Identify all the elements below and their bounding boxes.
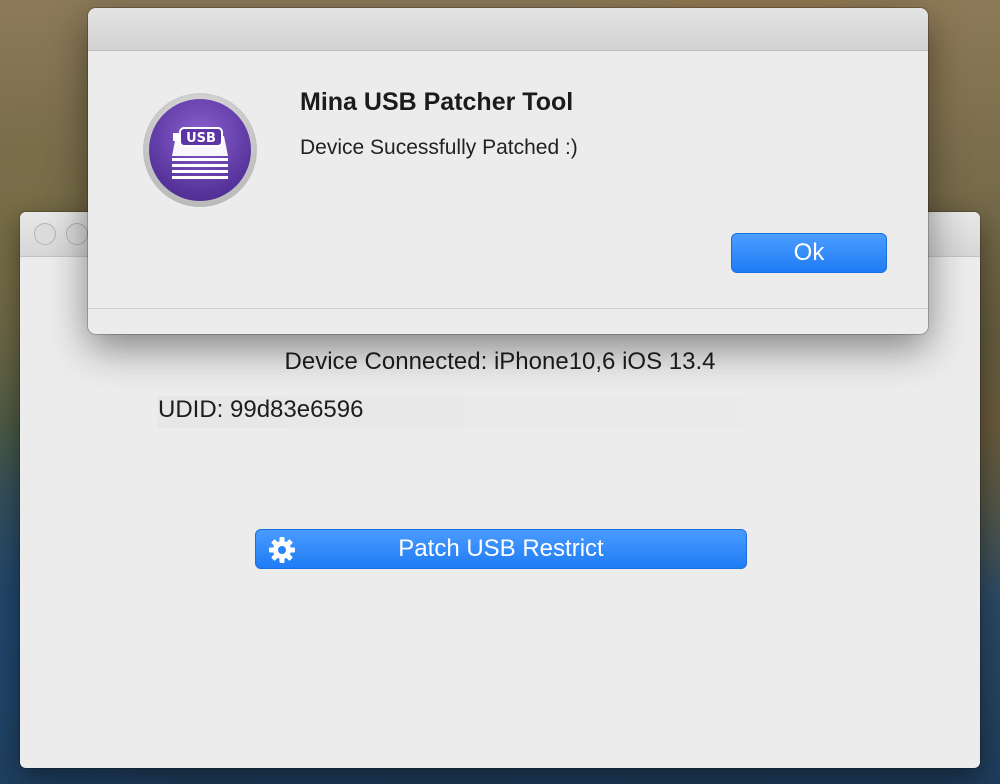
udid-label: UDID: 99d83e6596	[158, 396, 938, 428]
patch-usb-restrict-button[interactable]: Patch USB Restrict	[255, 529, 747, 569]
close-window-button[interactable]	[34, 223, 56, 245]
patch-button-label: Patch USB Restrict	[398, 535, 604, 562]
minimize-window-button[interactable]	[66, 223, 88, 245]
alert-titlebar	[88, 8, 928, 51]
alert-bottom-divider	[88, 308, 928, 309]
device-connected-label: Device Connected: iPhone10,6 iOS 13.4	[284, 348, 716, 375]
alert-title: Mina USB Patcher Tool	[300, 88, 574, 116]
alert-dialog: USB Mina USB Patcher Tool Device Sucessf…	[88, 8, 928, 334]
desktop-background: Device Connected: iPhone10,6 iOS 13.4 UD…	[0, 0, 1000, 784]
alert-message: Device Sucessfully Patched :)	[300, 136, 578, 159]
usb-drive-icon: USB	[143, 93, 257, 207]
usb-icon-text: USB	[186, 131, 216, 146]
ok-button[interactable]: Ok	[731, 233, 887, 273]
